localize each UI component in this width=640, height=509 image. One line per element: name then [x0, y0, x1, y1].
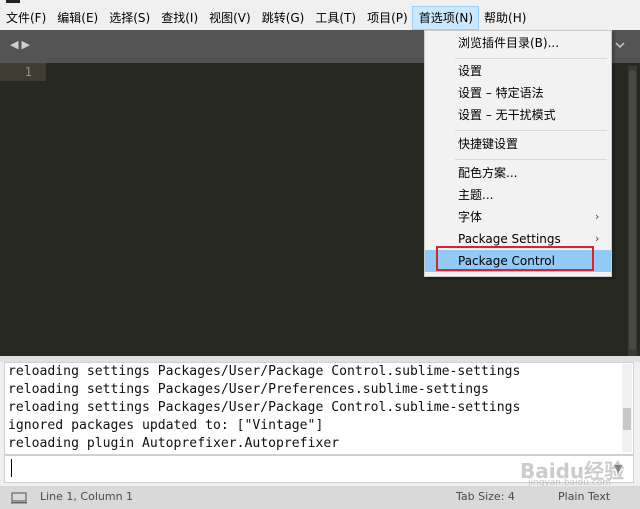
menu-font[interactable]: 字体 › — [425, 206, 611, 228]
menu-edit[interactable]: 编辑(E) — [51, 7, 103, 29]
menu-item-label: 设置 — [458, 64, 483, 78]
submenu-arrow-icon: › — [595, 232, 600, 245]
menu-item-label: 浏览插件目录(B)... — [458, 36, 560, 50]
tab-prev-icon[interactable]: ◀ — [10, 38, 21, 51]
menu-item-label: 设置 – 无干扰模式 — [458, 108, 556, 122]
tab-nav-arrows: ◀▶ — [10, 38, 33, 51]
tab-list-chevron-icon[interactable] — [613, 38, 627, 52]
console-scrollbar-thumb[interactable] — [623, 408, 631, 430]
menu-tools[interactable]: 工具(T) — [309, 7, 361, 29]
console-output: reloading settings Packages/User/Package… — [4, 362, 634, 455]
editor-scrollbar-thumb[interactable] — [629, 70, 636, 350]
menu-settings[interactable]: 设置 — [425, 60, 611, 82]
app-icon-fragment — [6, 0, 20, 3]
menu-help[interactable]: 帮助(H) — [478, 7, 531, 29]
syntax-mode[interactable]: Plain Text — [558, 490, 610, 503]
menu-find[interactable]: 查找(I) — [155, 7, 203, 29]
submenu-arrow-icon: › — [595, 210, 600, 223]
menu-preferences[interactable]: 首选项(N) — [411, 6, 480, 30]
tab-size[interactable]: Tab Size: 4 — [456, 490, 515, 503]
menu-bar: 文件(F) 编辑(E) 选择(S) 查找(I) 视图(V) 跳转(G) 工具(T… — [0, 6, 640, 30]
menu-browse-packages[interactable]: 浏览插件目录(B)... — [425, 32, 611, 54]
menu-goto[interactable]: 跳转(G) — [256, 7, 310, 29]
menu-item-label: 主题... — [458, 188, 494, 202]
menu-item-label: 字体 — [458, 210, 483, 224]
menu-item-label: 快捷键设置 — [458, 137, 519, 151]
panel-toggle-icon[interactable] — [11, 492, 27, 504]
console-line: reloading settings Packages/User/Package… — [8, 364, 521, 379]
menu-color-scheme[interactable]: 配色方案... — [425, 162, 611, 184]
menu-settings-distraction-free[interactable]: 设置 – 无干扰模式 — [425, 104, 611, 126]
menu-settings-syntax-specific[interactable]: 设置 – 特定语法 — [425, 82, 611, 104]
menu-divider — [455, 130, 607, 131]
menu-item-label: 配色方案... — [458, 166, 518, 180]
menu-divider — [455, 159, 607, 160]
menu-theme[interactable]: 主题... — [425, 184, 611, 206]
text-caret — [11, 459, 12, 477]
menu-divider — [455, 58, 607, 59]
menu-project[interactable]: 项目(P) — [361, 7, 413, 29]
console-line: reloading settings Packages/User/Package… — [8, 400, 521, 415]
line-number: 1 — [24, 65, 32, 79]
console-line: reloading plugin Autoprefixer.Autoprefix… — [8, 436, 340, 451]
menu-item-label: 设置 – 特定语法 — [458, 86, 544, 100]
cursor-position[interactable]: Line 1, Column 1 — [40, 490, 133, 503]
annotation-highlight-box — [436, 246, 594, 271]
preferences-dropdown-menu: 浏览插件目录(B)... 设置 设置 – 特定语法 设置 – 无干扰模式 快捷键… — [424, 30, 612, 277]
menu-key-bindings[interactable]: 快捷键设置 — [425, 133, 611, 155]
status-bar: Line 1, Column 1 Tab Size: 4 Plain Text — [0, 486, 640, 509]
menu-file[interactable]: 文件(F) — [0, 7, 51, 29]
menu-selection[interactable]: 选择(S) — [103, 7, 155, 29]
tab-next-icon[interactable]: ▶ — [21, 38, 32, 51]
console-line: ignored packages updated to: ["Vintage"] — [8, 418, 324, 433]
console-line: reloading settings Packages/User/Prefere… — [8, 382, 489, 397]
menu-view[interactable]: 视图(V) — [203, 7, 256, 29]
